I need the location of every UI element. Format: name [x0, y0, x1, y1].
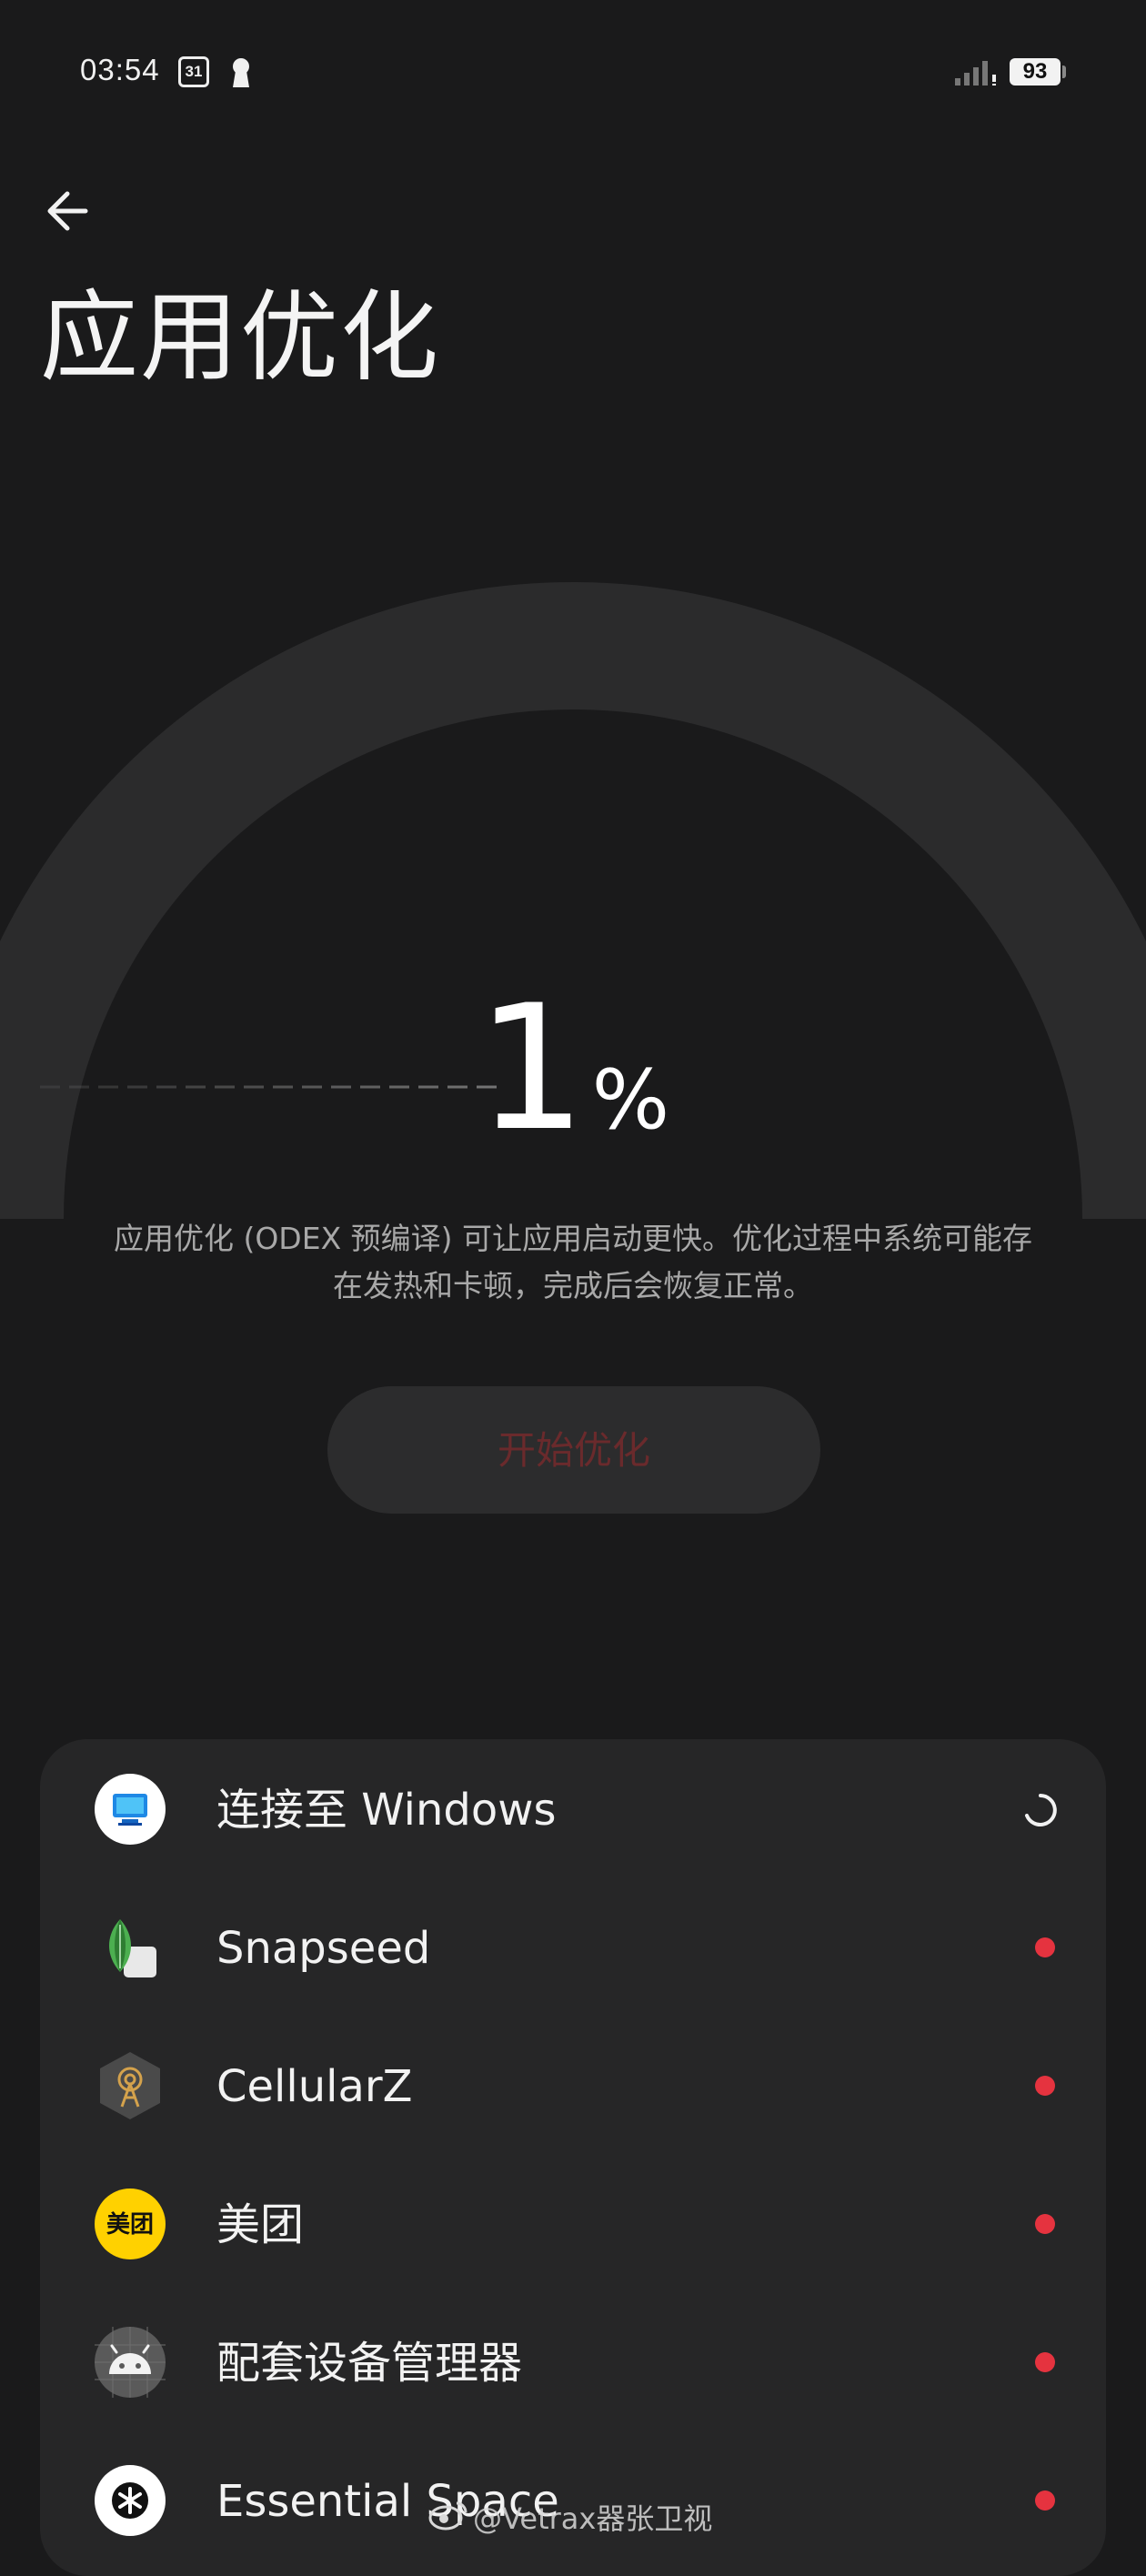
signal-icon [955, 61, 996, 86]
back-arrow-icon [47, 191, 88, 231]
description-line-2: 在发热和卡顿，完成后会恢复正常。 [333, 1268, 813, 1303]
status-time: 03:54 [80, 53, 160, 86]
loading-spinner-icon [1025, 1794, 1057, 1826]
keyhole-icon [233, 58, 249, 87]
back-button[interactable] [40, 182, 98, 240]
pending-status-dot [1035, 2214, 1055, 2234]
progress-readout: 1% [0, 982, 1146, 1155]
app-list-card: 连接至 Windows Snapseed CellularZ 美团 美团 配套设… [40, 1739, 1106, 2576]
cellularz-icon [100, 2052, 160, 2119]
description-line-1: 应用优化 (ODEX 预编译) 可让应用启动更快。优化过程中系统可能存 [113, 1221, 1033, 1256]
link-to-windows-icon [95, 1774, 166, 1845]
app-name: CellularZ [216, 2061, 413, 2112]
app-row-link-to-windows[interactable]: 连接至 Windows [40, 1739, 1106, 1877]
battery-tip [1062, 65, 1066, 78]
essential-space-icon [95, 2465, 166, 2536]
status-bar: 03:54 31 93 [0, 0, 1146, 146]
battery-indicator: 93 [1010, 58, 1061, 86]
pending-status-dot [1035, 2490, 1055, 2511]
calendar-icon: 31 [178, 56, 209, 87]
progress-unit: % [591, 1052, 670, 1148]
app-name: 美团 [216, 2199, 305, 2250]
description-text: 应用优化 (ODEX 预编译) 可让应用启动更快。优化过程中系统可能存 在发热和… [91, 1215, 1055, 1310]
app-name: 配套设备管理器 [216, 2338, 523, 2389]
app-name: Snapseed [216, 1923, 431, 1974]
pending-status-dot [1035, 2076, 1055, 2096]
app-row-cellularz[interactable]: CellularZ [40, 2016, 1106, 2154]
snapseed-icon [109, 1919, 156, 1977]
progress-value: 1 [476, 968, 587, 1169]
pending-status-dot [1035, 2352, 1055, 2372]
app-row-companion-device-manager[interactable]: 配套设备管理器 [40, 2292, 1106, 2430]
watermark-text: @Vetrax器张卫视 [473, 2501, 713, 2536]
app-row-meituan[interactable]: 美团 美团 [40, 2154, 1106, 2292]
page-title: 应用优化 [40, 281, 441, 395]
start-optimize-button[interactable]: 开始优化 [327, 1386, 820, 1514]
app-name: 连接至 Windows [216, 1785, 557, 1836]
meituan-icon: 美团 [95, 2189, 166, 2259]
android-icon [95, 2327, 166, 2398]
pending-status-dot [1035, 1937, 1055, 1957]
meituan-icon-text: 美团 [106, 2210, 154, 2239]
app-row-snapseed[interactable]: Snapseed [40, 1877, 1106, 2016]
progress-dial [0, 582, 1146, 1220]
weibo-icon [428, 2501, 467, 2531]
